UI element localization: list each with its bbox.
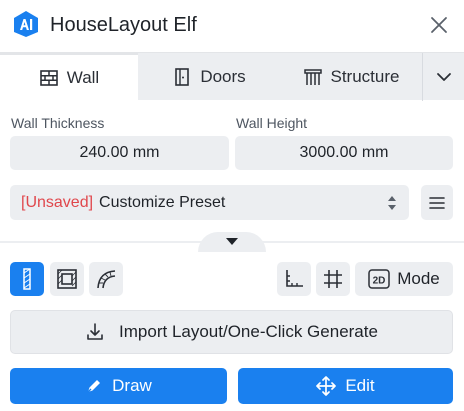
mode-label: Mode [397, 269, 440, 288]
select-arrows-icon [388, 196, 396, 210]
wall-height-field[interactable]: 3000.00 mm [235, 136, 453, 170]
wall-thickness-label: Wall Thickness [11, 115, 105, 131]
menu-icon [429, 196, 445, 209]
structure-icon [303, 69, 322, 85]
straight-wall-icon [23, 268, 31, 290]
preset-select[interactable]: [Unsaved] Customize Preset [10, 185, 409, 220]
edit-button[interactable]: Edit [238, 368, 453, 404]
2d-icon: 2D [368, 269, 390, 289]
tab-overflow-button[interactable] [422, 53, 464, 101]
preset-menu-button[interactable] [421, 185, 453, 220]
arc-wall-tool[interactable] [89, 262, 123, 296]
title-bar: HouseLayout Elf [0, 0, 464, 52]
edit-label: Edit [345, 376, 375, 395]
grid-toggle[interactable] [316, 262, 350, 296]
tab-bar: Wall Doors Structure [0, 52, 464, 101]
move-icon [316, 376, 337, 396]
app-title: HouseLayout Elf [50, 14, 197, 36]
wall-thickness-field[interactable]: 240.00 mm [10, 136, 229, 170]
tab-wall-label: Wall [66, 68, 100, 87]
download-icon [87, 323, 103, 340]
straight-wall-tool[interactable] [10, 262, 44, 296]
chevron-down-icon [436, 73, 451, 81]
caret-down-icon [226, 238, 238, 245]
import-layout-button[interactable]: Import Layout/One-Click Generate [10, 310, 453, 354]
room-wall-tool[interactable] [50, 262, 84, 296]
pen-icon [87, 380, 101, 393]
tab-structure[interactable]: Structure [280, 53, 422, 101]
mode-toggle-button[interactable]: 2D Mode [355, 262, 453, 296]
tab-wall[interactable]: Wall [0, 53, 138, 101]
arc-wall-icon [97, 270, 116, 289]
room-wall-icon [57, 269, 77, 289]
tab-doors-label: Doors [200, 67, 246, 86]
tab-doors[interactable]: Doors [138, 53, 280, 101]
mode-badge: 2D [373, 276, 386, 287]
dimension-tool[interactable] [277, 262, 311, 296]
unsaved-badge: [Unsaved] [21, 193, 94, 211]
close-icon[interactable] [428, 14, 450, 36]
draw-button[interactable]: Draw [10, 368, 227, 404]
draw-label: Draw [112, 376, 152, 395]
brick-wall-icon [39, 70, 58, 86]
section-divider [0, 232, 464, 252]
tab-structure-label: Structure [330, 67, 400, 86]
preset-name: Customize Preset [99, 193, 226, 211]
collapse-toggle[interactable] [198, 232, 266, 252]
import-label: Import Layout/One-Click Generate [119, 322, 378, 341]
ruler-angle-icon [286, 270, 303, 287]
door-icon [175, 68, 190, 86]
house-logo-icon [14, 11, 38, 37]
wall-height-label: Wall Height [236, 115, 308, 131]
grid-icon [324, 270, 342, 288]
